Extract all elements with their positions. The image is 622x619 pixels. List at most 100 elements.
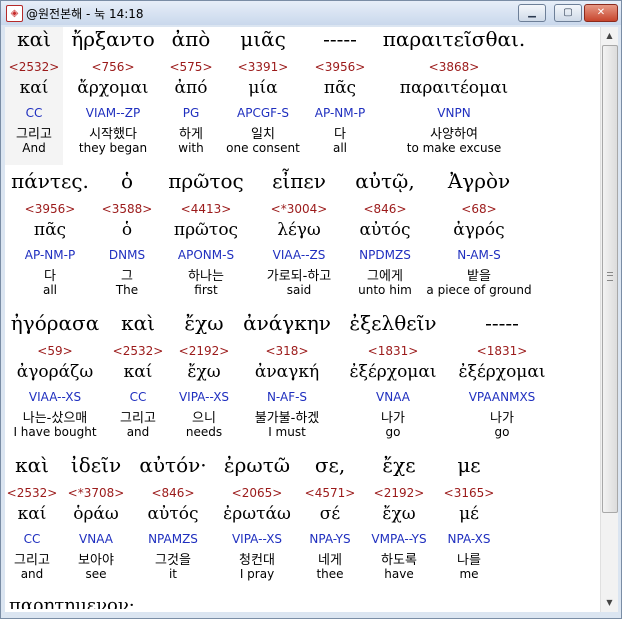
maximize-button[interactable]: ▢ [554,4,582,22]
word-block[interactable]: ἐξελθεῖν <1831> ἐξέρχομαι VNAA 나가 go [337,311,449,449]
arrow-up-icon: ▲ [606,31,613,40]
parsing-code: VIPA--XS [178,390,230,404]
word-block[interactable]: ἰδεῖν <*3708> ὁράω VNAA 보아야 see [59,453,133,591]
word-block[interactable]: εἶπεν <*3004> λέγω VIAA--ZS 가로되-하고 said [253,169,345,307]
word-block[interactable]: καὶ <2532> καί CC 그리고 And [5,27,63,165]
strong-number: <2532> [112,344,164,358]
strong-number: <2532> [6,486,58,500]
english-gloss: and [126,425,150,439]
english-gloss: I have bought [13,425,97,439]
parsing-code: CC [129,390,147,404]
word-block[interactable]: πάντες. <3956> πᾶς AP-NM-P 다 all [5,169,95,307]
word-block[interactable]: ὁ <3588> ὁ DNMS 그 The [95,169,159,307]
lemma: λέγω [277,220,321,240]
english-gloss: with [178,141,204,155]
strong-number: <2192> [178,344,230,358]
english-gloss: have [384,567,414,581]
word-block[interactable]: ἤρξαντο <756> ἄρχομαι VIAM--ZP 시작했다 they… [63,27,163,165]
minimize-button[interactable]: ▁ [518,4,546,22]
lemma: ὁράω [73,504,119,524]
word-block[interactable]: μιᾶς <3391> μία APCGF-S 일치 one consent [219,27,307,165]
word-block[interactable]: αὐτόν· <846> αὐτός NPAMZS 그것을 it [133,453,213,591]
word-block[interactable]: παραιτεῖσθαι. <3868> παραιτέομαι VNPN 사양… [373,27,535,165]
parsing-code: N-AM-S [457,248,501,262]
parsing-code: PG [182,106,200,120]
parsing-code: VIAM--ZP [85,106,141,120]
korean-gloss: 가로되-하고 [266,269,332,284]
grip-icon [607,272,613,281]
word-block[interactable]: καὶ <2532> καί CC 그리고 and [105,311,171,449]
strong-number: <4571> [304,486,356,500]
word-block[interactable]: ἀνάγκην <318> ἀναγκή N-AF-S 불가불-하겠 I mus… [237,311,337,449]
korean-gloss: 다 [334,127,346,142]
strong-number: <*3708> [67,486,125,500]
title-bar[interactable]: ◈ @원전본해 - 눅 14:18 ▁ ▢ ✕ [1,1,621,25]
scroll-up-button[interactable]: ▲ [601,27,618,44]
parsing-code: N-AF-S [266,390,308,404]
english-gloss: all [42,283,58,297]
word-block[interactable]: καὶ <2532> καί CC 그리고 and [5,453,59,591]
scrollbar-thumb[interactable] [602,45,618,513]
word-block[interactable]: σε, <4571> σέ NPA-YS 네게 thee [301,453,359,591]
greek-word: ἐξελθεῖν [349,311,437,335]
korean-gloss: 다 [44,269,56,284]
korean-gloss: 시작했다 [89,127,137,142]
word-block[interactable]: Ἀγρὸν <68> ἀγρός N-AM-S 밭을 a piece of gr… [425,169,533,307]
english-gloss: thee [316,567,344,581]
greek-word: ἰδεῖν [70,453,122,477]
strong-number: <*3004> [270,202,328,216]
english-gloss: needs [185,425,223,439]
interlinear-text-area[interactable]: καὶ <2532> καί CC 그리고 And ἤρξαντο <756> … [5,27,600,612]
english-gloss: one consent [226,141,300,155]
word-block[interactable]: πρῶτος <4413> πρῶτος APONM-S 하나는 first [159,169,253,307]
lemma: ἄρχομαι [77,78,149,98]
close-button[interactable]: ✕ [584,4,618,22]
vertical-scrollbar[interactable]: ▲ ▼ [600,27,618,612]
lemma: πρῶτος [173,220,239,240]
strong-number: <846> [363,202,407,216]
word-block[interactable]: ἀπὸ <575> ἀπό PG 하게 with [163,27,219,165]
word-block[interactable]: ἠγόρασα <59> ἀγοράζω VIAA--XS 나는-샀으매 I h… [5,311,105,449]
greek-word: σε, [314,453,346,477]
word-block[interactable]: αὐτῷ, <846> αὐτός NPDMZS 그에게 unto him [345,169,425,307]
greek-word: αὐτόν· [139,453,207,477]
korean-gloss: 으니 [192,411,216,426]
app-icon: ◈ [6,5,23,22]
word-block[interactable]: ----- <3956> πᾶς AP-NM-P 다 all [307,27,373,165]
korean-gloss: 그리고 [120,411,156,426]
greek-word: καὶ [15,453,49,477]
lemma: ἀγρός [453,220,505,240]
korean-gloss: 그 [121,269,133,284]
korean-gloss: 하도록 [381,553,417,568]
lemma: ἐρωτάω [223,504,291,524]
parsing-code: AP-NM-P [24,248,76,262]
english-gloss: I pray [239,567,275,581]
korean-gloss: 하나는 [188,269,224,284]
word-block[interactable]: ἐρωτῶ <2065> ἐρωτάω VIPA--XS 청컨대 I pray [213,453,301,591]
greek-word: ἐρωτῶ [223,453,291,477]
scroll-down-button[interactable]: ▼ [601,594,618,611]
arrow-down-icon: ▼ [606,598,613,607]
english-gloss: they began [78,141,148,155]
greek-word: εἶπεν [272,169,326,193]
greek-word: ἀπὸ [171,27,211,51]
parsing-code: CC [23,532,41,546]
parsing-code: VIAA--ZS [272,248,326,262]
word-block[interactable]: ἔχε <2192> ἔχω VMPA--YS 하도록 have [359,453,439,591]
lemma: παραιτέομαι [399,78,509,98]
parsing-code: NPDMZS [359,248,411,262]
lemma: ἐξέρχομαι [349,362,437,382]
word-block[interactable]: ἔχω <2192> ἔχω VIPA--XS 으니 needs [171,311,237,449]
word-block[interactable]: με <3165> μέ NPA-XS 나를 me [439,453,499,591]
english-gloss: and [20,567,44,581]
partial-next-line: παρῃτημένον· [9,601,169,609]
lemma: ἀγοράζω [16,362,94,382]
lemma: αὐτός [359,220,411,240]
lemma: καί [123,362,153,382]
greek-word: καὶ [121,311,155,335]
word-block[interactable]: ----- <1831> ἐξέρχομαι VPAANMXS 나가 go [449,311,555,449]
strong-number: <318> [265,344,309,358]
lemma: αὐτός [147,504,199,524]
lemma: ἀπό [174,78,208,98]
english-gloss: unto him [358,283,412,297]
